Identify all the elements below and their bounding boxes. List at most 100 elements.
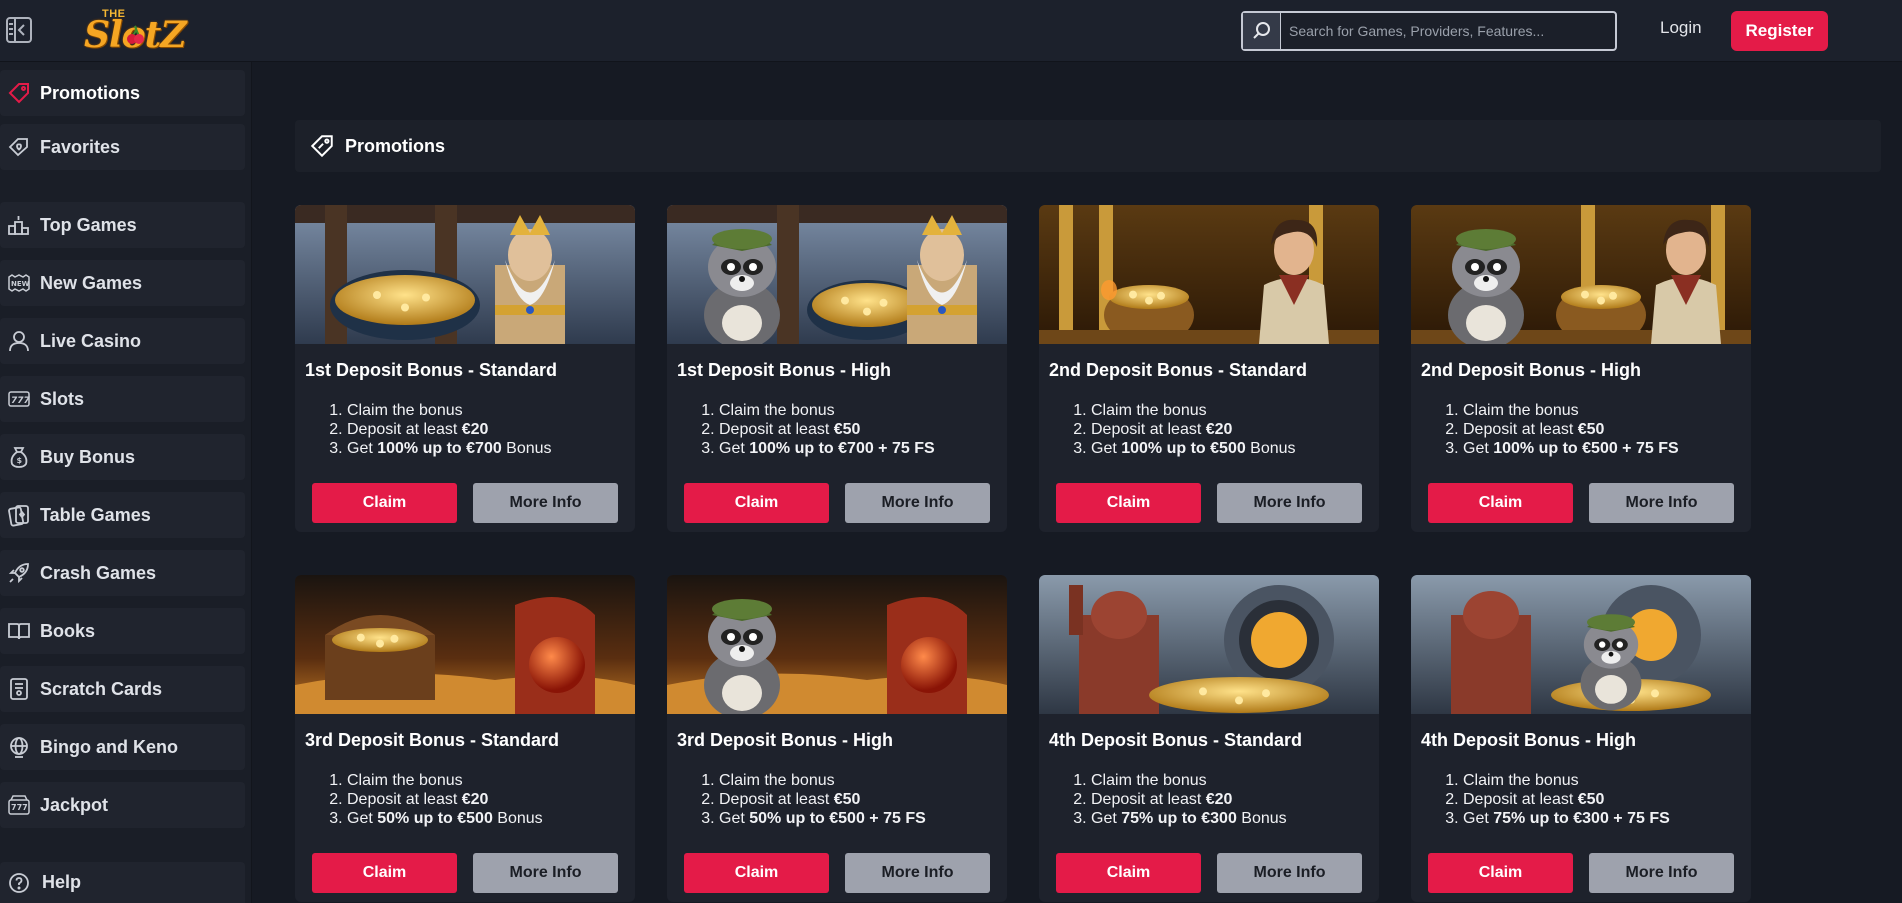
claim-button[interactable]: Claim (1428, 483, 1573, 523)
tag-icon (309, 133, 335, 159)
heart-tag-icon (6, 134, 32, 160)
promo-step: Deposit at least €50 (1463, 790, 1670, 809)
claim-button[interactable]: Claim (312, 483, 457, 523)
sidebar-item-label: Scratch Cards (40, 678, 163, 699)
promo-reward: 100% up to €700 + 75 FS (749, 440, 935, 457)
promo-card: 3rd Deposit Bonus - Standard Claim the b… (295, 575, 635, 902)
more-info-button[interactable]: More Info (473, 483, 618, 523)
promo-step-prefix: Deposit at least (1091, 791, 1206, 808)
search-input[interactable] (1287, 13, 1607, 49)
sidebar-item-slots[interactable]: 777 Slots (0, 376, 245, 422)
login-link[interactable]: Login (1660, 18, 1702, 38)
promo-reward: 50% up to €500 + 75 FS (749, 810, 926, 827)
page-title: Promotions (345, 135, 446, 156)
more-info-button[interactable]: More Info (1217, 483, 1362, 523)
register-button[interactable]: Register (1731, 11, 1828, 51)
sidebar-item-label: Live Casino (40, 330, 142, 351)
claim-button[interactable]: Claim (1428, 853, 1573, 893)
promo-card: 1st Deposit Bonus - Standard Claim the b… (295, 205, 635, 532)
more-info-button[interactable]: More Info (1589, 853, 1734, 893)
site-logo[interactable]: THE SlotZ (84, 4, 187, 58)
promo-steps: Claim the bonus Deposit at least €50 Get… (1445, 401, 1679, 458)
slot-777-icon: 777 (6, 386, 32, 412)
sidebar-item-label: Bingo and Keno (40, 736, 178, 757)
sidebar-item-promotions[interactable]: Promotions (0, 70, 245, 116)
cards-icon (6, 502, 32, 528)
sidebar-item-favorites[interactable]: Favorites (0, 124, 245, 170)
promo-steps: Claim the bonus Deposit at least €20 Get… (1073, 771, 1287, 828)
sidebar-item-buy-bonus[interactable]: $ Buy Bonus (0, 434, 245, 480)
sidebar-item-scratch-cards[interactable]: Scratch Cards (0, 666, 245, 712)
sidebar-item-label: Crash Games (40, 562, 157, 583)
more-info-button[interactable]: More Info (1217, 853, 1362, 893)
promo-step-text: Claim the bonus (1091, 402, 1207, 419)
promo-reward: 100% up to €700 (377, 440, 502, 457)
scratch-card-icon (6, 676, 32, 702)
sidebar-item-new-games[interactable]: NEW New Games (0, 260, 245, 306)
promo-step: Get 100% up to €500 + 75 FS (1463, 439, 1679, 458)
promo-title: 2nd Deposit Bonus - Standard (1049, 360, 1308, 380)
promo-title: 4th Deposit Bonus - High (1421, 730, 1636, 750)
promo-card: 4th Deposit Bonus - High Claim the bonus… (1411, 575, 1751, 902)
promo-step-text: Claim the bonus (1463, 772, 1579, 789)
promo-reward: 75% up to €300 (1121, 810, 1237, 827)
promo-artwork (667, 205, 1007, 344)
promo-step: Get 50% up to €500 Bonus (347, 809, 543, 828)
promo-step: Deposit at least €50 (719, 790, 926, 809)
promo-card: 2nd Deposit Bonus - Standard Claim the b… (1039, 205, 1379, 532)
jackpot-icon: 777 (6, 792, 32, 818)
promo-reward-suffix: Bonus (1245, 440, 1296, 457)
help-label: Help (42, 872, 82, 892)
sidebar-item-table-games[interactable]: Table Games (0, 492, 245, 538)
more-info-button[interactable]: More Info (473, 853, 618, 893)
sidebar-item-bingo-and-keno[interactable]: Bingo and Keno (0, 724, 245, 770)
promo-step-prefix: Get (1091, 440, 1122, 457)
promo-artwork (1039, 575, 1379, 714)
promo-step-prefix: Deposit at least (719, 791, 834, 808)
promo-title: 1st Deposit Bonus - High (677, 360, 892, 380)
promo-step: Claim the bonus (719, 401, 935, 420)
promo-reward: 50% up to €500 (377, 810, 493, 827)
promo-step: Claim the bonus (347, 771, 543, 790)
claim-button[interactable]: Claim (1056, 483, 1201, 523)
more-info-button[interactable]: More Info (1589, 483, 1734, 523)
promo-step-text: Claim the bonus (1463, 402, 1579, 419)
promo-step: Claim the bonus (1091, 771, 1287, 790)
sidebar-item-jackpot[interactable]: 777 Jackpot (0, 782, 245, 828)
promo-title: 3rd Deposit Bonus - Standard (305, 730, 560, 750)
sidebar-item-label: Jackpot (40, 794, 109, 815)
promo-step: Deposit at least €20 (347, 790, 543, 809)
sidebar-item-label: Books (40, 620, 96, 641)
dealer-icon (6, 328, 32, 354)
claim-button[interactable]: Claim (684, 483, 829, 523)
sidebar-item-label: Table Games (40, 504, 151, 525)
claim-button[interactable]: Claim (684, 853, 829, 893)
sidebar-item-label: Top Games (40, 214, 137, 235)
sidebar-item-help[interactable]: Help (0, 862, 245, 903)
svg-text:$: $ (17, 456, 23, 465)
promo-step-text: Claim the bonus (347, 402, 463, 419)
search-button[interactable] (1243, 13, 1281, 49)
promo-reward: 100% up to €500 + 75 FS (1493, 440, 1679, 457)
promo-reward: 75% up to €300 + 75 FS (1493, 810, 1670, 827)
promo-step: Claim the bonus (1091, 401, 1296, 420)
claim-button[interactable]: Claim (1056, 853, 1201, 893)
sidebar-item-books[interactable]: Books (0, 608, 245, 654)
claim-button[interactable]: Claim (312, 853, 457, 893)
promo-deposit: €50 (833, 791, 861, 808)
more-info-button[interactable]: More Info (845, 483, 990, 523)
promo-artwork (1039, 205, 1379, 344)
sidebar-toggle-icon[interactable] (4, 15, 34, 45)
more-info-button[interactable]: More Info (845, 853, 990, 893)
sidebar-item-top-games[interactable]: Top Games (0, 202, 245, 248)
promo-step: Claim the bonus (719, 771, 926, 790)
promo-step-prefix: Deposit at least (347, 791, 462, 808)
search-box (1241, 11, 1617, 51)
promo-title: 3rd Deposit Bonus - High (677, 730, 893, 750)
promo-steps: Claim the bonus Deposit at least €20 Get… (1073, 401, 1296, 458)
promo-step: Deposit at least €50 (719, 420, 935, 439)
promo-step: Get 100% up to €500 Bonus (1091, 439, 1296, 458)
sidebar-item-crash-games[interactable]: Crash Games (0, 550, 245, 596)
promo-step: Deposit at least €20 (1091, 420, 1296, 439)
sidebar-item-live-casino[interactable]: Live Casino (0, 318, 245, 364)
